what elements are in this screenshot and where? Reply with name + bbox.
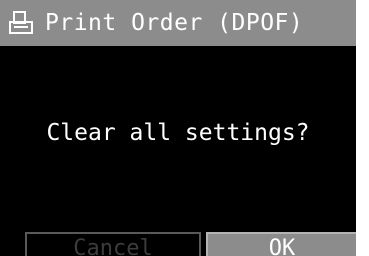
printer-icon (7, 9, 35, 37)
window-title: Print Order (DPOF) (45, 10, 304, 36)
cancel-button[interactable]: Cancel (25, 232, 201, 256)
title-bar: Print Order (DPOF) (0, 0, 356, 46)
dialog-message: Clear all settings? (46, 120, 310, 146)
camera-screen: Print Order (DPOF) Clear all settings? C… (0, 0, 356, 256)
ok-button[interactable]: OK (206, 232, 356, 256)
dialog-button-row: Cancel OK (0, 232, 356, 256)
